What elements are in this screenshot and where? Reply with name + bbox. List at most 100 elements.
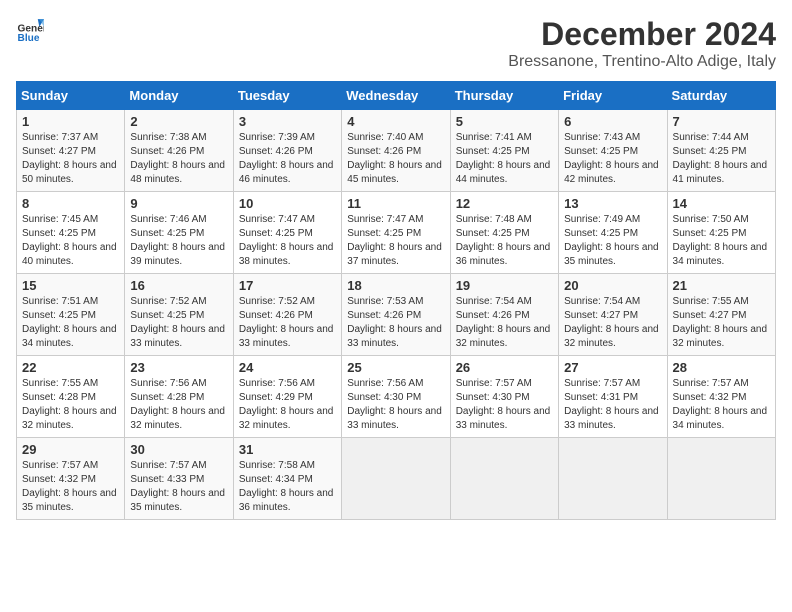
day-info: Sunrise: 7:57 AMSunset: 4:33 PMDaylight:… — [130, 460, 225, 513]
day-info: Sunrise: 7:38 AMSunset: 4:26 PMDaylight:… — [130, 132, 225, 185]
calendar-cell: 15 Sunrise: 7:51 AMSunset: 4:25 PMDaylig… — [17, 274, 125, 356]
logo-icon: General Blue — [16, 16, 44, 44]
day-info: Sunrise: 7:44 AMSunset: 4:25 PMDaylight:… — [673, 132, 768, 185]
day-number: 8 — [22, 196, 119, 211]
calendar-cell: 20 Sunrise: 7:54 AMSunset: 4:27 PMDaylig… — [559, 274, 667, 356]
day-info: Sunrise: 7:39 AMSunset: 4:26 PMDaylight:… — [239, 132, 334, 185]
day-number: 7 — [673, 114, 770, 129]
day-info: Sunrise: 7:53 AMSunset: 4:26 PMDaylight:… — [347, 296, 442, 349]
day-number: 22 — [22, 360, 119, 375]
calendar-cell: 2 Sunrise: 7:38 AMSunset: 4:26 PMDayligh… — [125, 110, 233, 192]
calendar-cell: 22 Sunrise: 7:55 AMSunset: 4:28 PMDaylig… — [17, 356, 125, 438]
day-number: 21 — [673, 278, 770, 293]
calendar-week-row: 22 Sunrise: 7:55 AMSunset: 4:28 PMDaylig… — [17, 356, 776, 438]
calendar-week-row: 29 Sunrise: 7:57 AMSunset: 4:32 PMDaylig… — [17, 438, 776, 520]
day-number: 16 — [130, 278, 227, 293]
header-monday: Monday — [125, 82, 233, 110]
day-number: 17 — [239, 278, 336, 293]
day-number: 24 — [239, 360, 336, 375]
calendar-cell: 18 Sunrise: 7:53 AMSunset: 4:26 PMDaylig… — [342, 274, 450, 356]
calendar-week-row: 8 Sunrise: 7:45 AMSunset: 4:25 PMDayligh… — [17, 192, 776, 274]
calendar-header-row: SundayMondayTuesdayWednesdayThursdayFrid… — [17, 82, 776, 110]
calendar-cell: 13 Sunrise: 7:49 AMSunset: 4:25 PMDaylig… — [559, 192, 667, 274]
day-info: Sunrise: 7:56 AMSunset: 4:28 PMDaylight:… — [130, 378, 225, 431]
day-info: Sunrise: 7:45 AMSunset: 4:25 PMDaylight:… — [22, 214, 117, 267]
day-number: 23 — [130, 360, 227, 375]
svg-text:Blue: Blue — [18, 33, 40, 44]
day-info: Sunrise: 7:52 AMSunset: 4:26 PMDaylight:… — [239, 296, 334, 349]
calendar-cell: 12 Sunrise: 7:48 AMSunset: 4:25 PMDaylig… — [450, 192, 558, 274]
day-info: Sunrise: 7:47 AMSunset: 4:25 PMDaylight:… — [239, 214, 334, 267]
calendar-cell — [450, 438, 558, 520]
day-info: Sunrise: 7:56 AMSunset: 4:30 PMDaylight:… — [347, 378, 442, 431]
day-number: 3 — [239, 114, 336, 129]
calendar-cell: 16 Sunrise: 7:52 AMSunset: 4:25 PMDaylig… — [125, 274, 233, 356]
header: General Blue December 2024 Bressanone, T… — [16, 16, 776, 71]
calendar-cell: 19 Sunrise: 7:54 AMSunset: 4:26 PMDaylig… — [450, 274, 558, 356]
header-tuesday: Tuesday — [233, 82, 341, 110]
day-number: 12 — [456, 196, 553, 211]
calendar-cell: 27 Sunrise: 7:57 AMSunset: 4:31 PMDaylig… — [559, 356, 667, 438]
calendar-cell: 25 Sunrise: 7:56 AMSunset: 4:30 PMDaylig… — [342, 356, 450, 438]
day-number: 15 — [22, 278, 119, 293]
day-info: Sunrise: 7:49 AMSunset: 4:25 PMDaylight:… — [564, 214, 659, 267]
day-info: Sunrise: 7:54 AMSunset: 4:27 PMDaylight:… — [564, 296, 659, 349]
day-info: Sunrise: 7:41 AMSunset: 4:25 PMDaylight:… — [456, 132, 551, 185]
day-number: 1 — [22, 114, 119, 129]
day-number: 2 — [130, 114, 227, 129]
header-friday: Friday — [559, 82, 667, 110]
day-info: Sunrise: 7:48 AMSunset: 4:25 PMDaylight:… — [456, 214, 551, 267]
day-info: Sunrise: 7:57 AMSunset: 4:32 PMDaylight:… — [22, 460, 117, 513]
calendar-cell: 31 Sunrise: 7:58 AMSunset: 4:34 PMDaylig… — [233, 438, 341, 520]
header-sunday: Sunday — [17, 82, 125, 110]
day-info: Sunrise: 7:51 AMSunset: 4:25 PMDaylight:… — [22, 296, 117, 349]
calendar-cell: 21 Sunrise: 7:55 AMSunset: 4:27 PMDaylig… — [667, 274, 775, 356]
day-number: 28 — [673, 360, 770, 375]
calendar-cell: 6 Sunrise: 7:43 AMSunset: 4:25 PMDayligh… — [559, 110, 667, 192]
day-info: Sunrise: 7:56 AMSunset: 4:29 PMDaylight:… — [239, 378, 334, 431]
calendar-cell: 5 Sunrise: 7:41 AMSunset: 4:25 PMDayligh… — [450, 110, 558, 192]
calendar-cell — [559, 438, 667, 520]
calendar-cell: 24 Sunrise: 7:56 AMSunset: 4:29 PMDaylig… — [233, 356, 341, 438]
day-info: Sunrise: 7:47 AMSunset: 4:25 PMDaylight:… — [347, 214, 442, 267]
calendar-cell: 1 Sunrise: 7:37 AMSunset: 4:27 PMDayligh… — [17, 110, 125, 192]
day-number: 19 — [456, 278, 553, 293]
day-number: 9 — [130, 196, 227, 211]
day-info: Sunrise: 7:52 AMSunset: 4:25 PMDaylight:… — [130, 296, 225, 349]
day-info: Sunrise: 7:50 AMSunset: 4:25 PMDaylight:… — [673, 214, 768, 267]
calendar-week-row: 15 Sunrise: 7:51 AMSunset: 4:25 PMDaylig… — [17, 274, 776, 356]
day-number: 30 — [130, 442, 227, 457]
calendar-cell: 4 Sunrise: 7:40 AMSunset: 4:26 PMDayligh… — [342, 110, 450, 192]
day-number: 25 — [347, 360, 444, 375]
day-number: 31 — [239, 442, 336, 457]
day-number: 13 — [564, 196, 661, 211]
day-number: 11 — [347, 196, 444, 211]
calendar-cell: 23 Sunrise: 7:56 AMSunset: 4:28 PMDaylig… — [125, 356, 233, 438]
day-number: 14 — [673, 196, 770, 211]
title-area: December 2024 Bressanone, Trentino-Alto … — [508, 16, 776, 71]
day-info: Sunrise: 7:54 AMSunset: 4:26 PMDaylight:… — [456, 296, 551, 349]
day-number: 20 — [564, 278, 661, 293]
day-number: 26 — [456, 360, 553, 375]
calendar-cell: 29 Sunrise: 7:57 AMSunset: 4:32 PMDaylig… — [17, 438, 125, 520]
header-thursday: Thursday — [450, 82, 558, 110]
calendar-cell: 30 Sunrise: 7:57 AMSunset: 4:33 PMDaylig… — [125, 438, 233, 520]
main-title: December 2024 — [508, 16, 776, 53]
day-info: Sunrise: 7:57 AMSunset: 4:32 PMDaylight:… — [673, 378, 768, 431]
day-info: Sunrise: 7:57 AMSunset: 4:31 PMDaylight:… — [564, 378, 659, 431]
calendar-cell: 28 Sunrise: 7:57 AMSunset: 4:32 PMDaylig… — [667, 356, 775, 438]
day-number: 29 — [22, 442, 119, 457]
calendar-cell: 3 Sunrise: 7:39 AMSunset: 4:26 PMDayligh… — [233, 110, 341, 192]
calendar-cell — [667, 438, 775, 520]
calendar-cell: 11 Sunrise: 7:47 AMSunset: 4:25 PMDaylig… — [342, 192, 450, 274]
day-info: Sunrise: 7:57 AMSunset: 4:30 PMDaylight:… — [456, 378, 551, 431]
day-info: Sunrise: 7:58 AMSunset: 4:34 PMDaylight:… — [239, 460, 334, 513]
calendar-table: SundayMondayTuesdayWednesdayThursdayFrid… — [16, 81, 776, 520]
day-number: 4 — [347, 114, 444, 129]
calendar-cell: 26 Sunrise: 7:57 AMSunset: 4:30 PMDaylig… — [450, 356, 558, 438]
day-info: Sunrise: 7:37 AMSunset: 4:27 PMDaylight:… — [22, 132, 117, 185]
calendar-cell: 8 Sunrise: 7:45 AMSunset: 4:25 PMDayligh… — [17, 192, 125, 274]
header-wednesday: Wednesday — [342, 82, 450, 110]
day-info: Sunrise: 7:43 AMSunset: 4:25 PMDaylight:… — [564, 132, 659, 185]
day-info: Sunrise: 7:40 AMSunset: 4:26 PMDaylight:… — [347, 132, 442, 185]
